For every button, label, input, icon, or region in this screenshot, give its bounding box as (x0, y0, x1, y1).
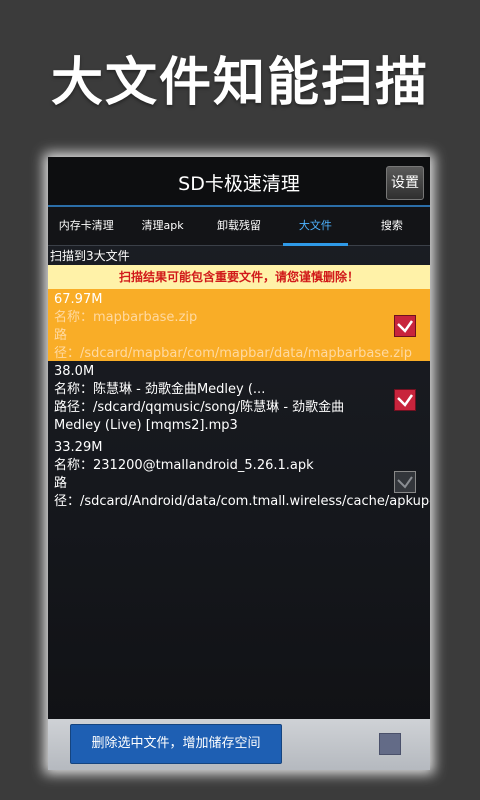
settings-button[interactable]: 设置 (386, 166, 424, 200)
file-checkbox[interactable] (394, 315, 416, 337)
file-list-item[interactable]: 67.97M 名称：mapbarbase.zip 路径：/sdcard/mapb… (48, 289, 430, 361)
app-window: SD卡极速清理 设置 内存卡清理 清理apk 卸载残留 大文件 搜索 扫描到3大… (48, 157, 430, 770)
warning-banner: 扫描结果可能包含重要文件，请您谨慎删除！ (48, 265, 430, 289)
file-name: 名称：231200@tmallandroid_5.26.1.apk (54, 458, 314, 473)
file-size: 67.97M (54, 292, 103, 307)
checkmark-icon (397, 320, 414, 333)
tab-large-files[interactable]: 大文件 (277, 207, 353, 246)
tab-clean-apk[interactable]: 清理apk (124, 207, 200, 245)
checkmark-icon (397, 394, 414, 407)
scan-count-label: 扫描到3大文件 (50, 249, 130, 263)
file-path: 路径：/sdcard/qqmusic/song/陈慧琳 - 劲歌金曲Medley… (54, 400, 345, 433)
file-size: 33.29M (54, 440, 103, 455)
file-checkbox[interactable] (394, 389, 416, 411)
file-list-item[interactable]: 33.29M 名称：231200@tmallandroid_5.26.1.apk… (48, 437, 430, 533)
checkmark-icon (397, 476, 413, 489)
select-all-checkbox[interactable] (379, 733, 401, 755)
tab-search[interactable]: 搜索 (354, 207, 430, 245)
app-title: SD卡极速清理 (178, 173, 300, 195)
file-path: 路径：/sdcard/mapbar/com/mapbar/data/mapbar… (54, 328, 412, 361)
promo-headline: 大文件知能扫描 (50, 53, 429, 113)
file-path: 路径：/sdcard/Android/data/com.tmall.wirele… (54, 476, 430, 509)
title-bar: SD卡极速清理 设置 (48, 157, 430, 205)
file-name: 名称：mapbarbase.zip (54, 310, 198, 325)
tab-sdcard-clean[interactable]: 内存卡清理 (48, 207, 124, 245)
file-size: 38.0M (54, 364, 95, 379)
bottom-action-bar: 删除选中文件，增加储存空间 (48, 719, 430, 770)
delete-selected-button[interactable]: 删除选中文件，增加储存空间 (70, 724, 282, 764)
file-name: 名称：陈慧琳 - 劲歌金曲Medley (... (54, 382, 266, 397)
file-list-item[interactable]: 38.0M 名称：陈慧琳 - 劲歌金曲Medley (... 路径：/sdcar… (48, 361, 430, 439)
file-checkbox[interactable] (394, 471, 416, 493)
tab-uninstall-residue[interactable]: 卸载残留 (201, 207, 277, 245)
tab-bar: 内存卡清理 清理apk 卸载残留 大文件 搜索 (48, 205, 430, 246)
